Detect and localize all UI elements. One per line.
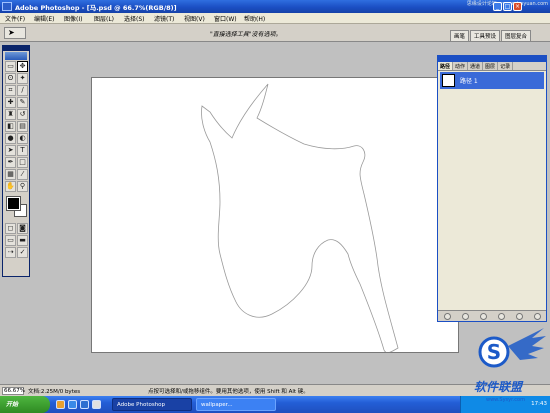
task-wallpaper[interactable]: wallpaper... [196,398,276,411]
quicklaunch-ie-icon[interactable] [68,400,77,409]
brush-icon[interactable]: ✎ [17,97,28,108]
quicklaunch-media-icon[interactable] [92,400,101,409]
fill-path-icon[interactable] [443,312,451,320]
maximize-button[interactable]: □ [503,2,512,11]
history-brush-icon[interactable]: ↺ [17,109,28,120]
healing-brush-icon[interactable]: ✚ [5,97,16,108]
watermark-logo: S 软件联盟 www.Sysyr.com [452,322,548,410]
status-message: 点按可选择和/或拖移组件。要用其他选项，使用 Shift 和 Alt 键。 [148,389,309,395]
tab-layers[interactable]: 图层 [483,62,499,70]
options-bar: ➤ "直接选择工具"没有选项。 画笔 工具预设 图层复合 [0,24,550,42]
notes-icon[interactable]: ▦ [5,169,16,180]
path-list-item[interactable]: 路径 1 [440,72,544,89]
clone-stamp-icon[interactable]: ♜ [5,109,16,120]
task-photoshop[interactable]: Adobe Photoshop [112,398,192,411]
hand-icon[interactable]: ✋ [5,181,16,192]
quicklaunch-desktop-icon[interactable] [80,400,89,409]
svg-text:S: S [487,340,501,364]
shape-icon[interactable]: □ [17,157,28,168]
gradient-icon[interactable]: ▤ [17,121,28,132]
tab-paths[interactable]: 路径 [438,62,454,70]
load-selection-icon[interactable] [479,312,487,320]
tab-history[interactable]: 记录 [498,62,514,70]
foreground-color-swatch[interactable] [6,196,21,211]
move-icon[interactable]: ✥ [17,61,28,72]
slice-icon[interactable]: ∕ [17,85,28,96]
window-titlebar: Adobe Photoshop - [马.psd @ 66.7%(RGB/8)]… [0,0,550,13]
menu-layer[interactable]: 图层(L) [94,14,114,23]
path-thumbnail-icon [442,74,455,87]
window-title: Adobe Photoshop - [马.psd @ 66.7%(RGB/8)] [15,4,177,12]
screen-mode-standard-icon[interactable]: ▭ [5,235,16,246]
quick-mask-icon[interactable]: ◙ [17,223,28,234]
dodge-icon[interactable]: ◐ [17,133,28,144]
color-swatches [5,195,27,221]
toolbox: ▭ ✥ ʘ ✦ ⌗ ∕ ✚ ✎ ♜ ↺ ◧ ▤ ● ◐ ➤ T ✒ □ ▦ ⁄ … [2,45,30,277]
zoom-field[interactable]: 66.67% [2,387,25,395]
pen-icon[interactable]: ✒ [5,157,16,168]
make-work-path-icon[interactable] [497,312,505,320]
toolbox-titlebar[interactable] [3,46,29,51]
path-name: 路径 1 [460,78,478,85]
palette-well: 画笔 工具预设 图层复合 [450,30,532,41]
standard-mode-icon[interactable]: ◻ [5,223,16,234]
new-path-icon[interactable] [515,312,523,320]
stroke-path-icon[interactable] [461,312,469,320]
options-hint: "直接选择工具"没有选项。 [210,31,282,38]
palette-tab-tool-presets[interactable]: 工具预设 [470,30,501,41]
menu-select[interactable]: 选择(S) [124,14,145,23]
magic-wand-icon[interactable]: ✦ [17,73,28,84]
minimize-button[interactable]: _ [493,2,502,11]
zoom-icon[interactable]: ⚲ [17,181,28,192]
marquee-icon[interactable]: ▭ [5,61,16,72]
document-info[interactable]: 文档:2.25M/0 bytes [28,387,80,395]
photoshop-logo-icon [2,2,12,11]
watermark-url: www.Sysyr.com [486,397,525,403]
tool-preset-picker[interactable]: ➤ [4,27,26,39]
close-button[interactable]: × [513,2,522,11]
direct-selection-icon: ➤ [8,28,15,37]
menu-help[interactable]: 帮助(H) [244,14,265,23]
watermark-text: 软件联盟 [474,380,523,394]
horse-path [201,83,399,352]
menu-bar: 文件(F) 编辑(E) 图像(I) 图层(L) 选择(S) 滤镜(T) 视图(V… [0,13,550,24]
quicklaunch-folder-icon[interactable] [56,400,65,409]
tab-channels[interactable]: 通道 [468,62,484,70]
start-button[interactable]: 开始 [0,396,50,413]
type-icon[interactable]: T [17,145,28,156]
check-icon[interactable]: ✓ [17,247,28,258]
document-canvas[interactable] [91,77,459,353]
menu-image[interactable]: 图像(I) [64,14,82,23]
eyedropper-icon[interactable]: ⁄ [17,169,28,180]
menu-view[interactable]: 视图(V) [184,14,205,23]
adobe-logo-icon [5,52,27,60]
menu-window[interactable]: 窗口(W) [214,14,237,23]
paths-panel-actions [438,310,546,321]
menu-edit[interactable]: 编辑(E) [34,14,54,23]
menu-file[interactable]: 文件(F) [5,14,25,23]
palette-tab-brushes[interactable]: 画笔 [450,30,470,41]
wing-logo-icon: S [478,328,546,368]
palette-tab-layer-comps[interactable]: 图层复合 [501,30,532,41]
screen-mode-full-icon[interactable]: ▬ [17,235,28,246]
horse-path-outline [201,83,399,352]
lasso-icon[interactable]: ʘ [5,73,16,84]
jump-to-imageready-icon[interactable]: ⇢ [5,247,16,258]
path-selection-icon[interactable]: ➤ [5,145,16,156]
paths-panel: 路径 动作 通道 图层 记录 路径 1 [437,55,547,322]
tab-actions[interactable]: 动作 [453,62,469,70]
blur-icon[interactable]: ● [5,133,16,144]
crop-icon[interactable]: ⌗ [5,85,16,96]
eraser-icon[interactable]: ◧ [5,121,16,132]
menu-filter[interactable]: 滤镜(T) [154,14,174,23]
delete-path-icon[interactable] [533,312,541,320]
